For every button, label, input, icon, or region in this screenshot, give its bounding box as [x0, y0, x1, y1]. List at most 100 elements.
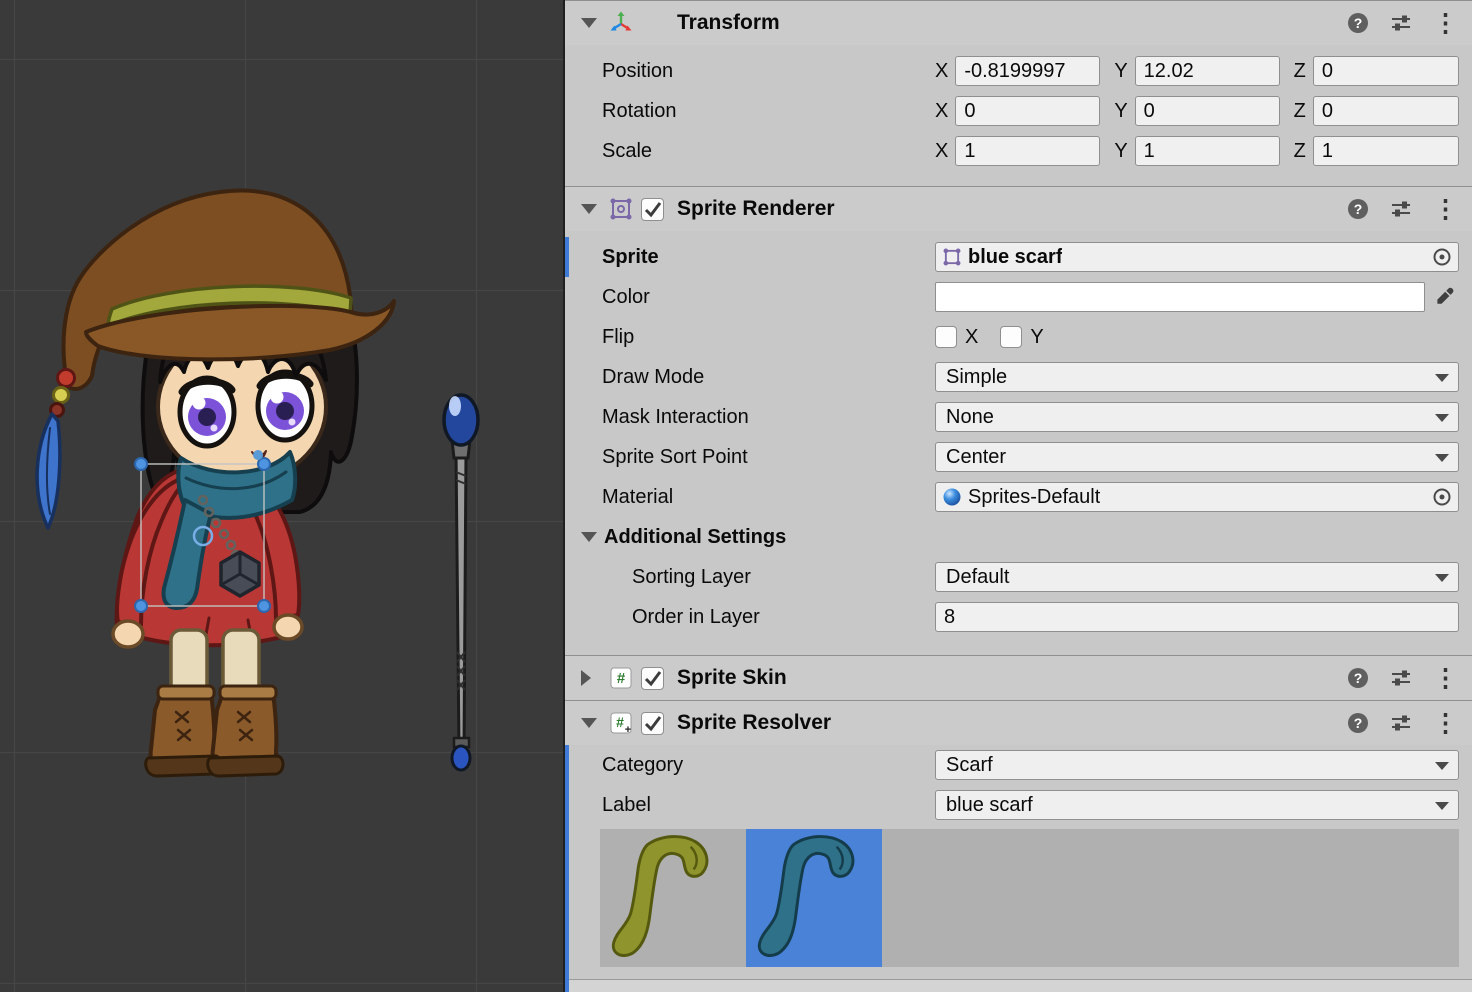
axis-y-label: Y [1114, 140, 1127, 163]
additional-settings-label: Additional Settings [604, 526, 786, 549]
presets-icon[interactable] [1389, 666, 1413, 690]
more-options-icon[interactable]: ⋮ [1433, 666, 1458, 691]
mask-interaction-value: None [946, 406, 994, 429]
sprite-label: Sprite [602, 246, 935, 269]
sorting-layer-row: Sorting Layer Default [565, 557, 1472, 597]
sorting-layer-dropdown[interactable]: Default [935, 562, 1459, 592]
thumbnail-green-scarf[interactable] [600, 829, 736, 967]
axis-z-label: Z [1294, 140, 1306, 163]
svg-text:?: ? [1354, 201, 1363, 217]
flip-y-checkbox[interactable] [1000, 326, 1022, 348]
axis-z-label: Z [1294, 60, 1306, 83]
chevron-down-icon [1435, 762, 1449, 770]
object-picker-icon[interactable] [1432, 487, 1452, 507]
sprite-skin-enabled-checkbox[interactable] [641, 667, 664, 690]
flip-x-checkbox[interactable] [935, 326, 957, 348]
category-value: Scarf [946, 754, 993, 777]
sprite-resolver-enabled-checkbox[interactable] [641, 712, 664, 735]
scene-canvas[interactable] [0, 0, 563, 992]
category-dropdown[interactable]: Scarf [935, 750, 1459, 780]
help-icon[interactable]: ? [1347, 198, 1369, 220]
position-label: Position [602, 60, 935, 83]
sprite-sort-point-dropdown[interactable]: Center [935, 442, 1459, 472]
order-in-layer-input[interactable] [935, 602, 1459, 632]
selection-handle-bottom-left[interactable] [135, 600, 147, 612]
label-row: Label blue scarf [565, 785, 1472, 825]
help-icon[interactable]: ? [1347, 12, 1369, 34]
sprite-mini-icon [942, 247, 962, 267]
material-object-name: Sprites-Default [968, 486, 1100, 509]
position-y-input[interactable] [1135, 56, 1280, 86]
chevron-down-icon [1435, 454, 1449, 462]
scale-label: Scale [602, 140, 935, 163]
rotation-x-input[interactable] [955, 96, 1100, 126]
selection-handle-top-right[interactable] [258, 458, 270, 470]
chevron-down-icon [1435, 802, 1449, 810]
sprite-skin-header[interactable]: # Sprite Skin ? ⋮ [565, 655, 1472, 700]
help-icon[interactable]: ? [1347, 667, 1369, 689]
sprite-resolver-foldout[interactable] [581, 718, 605, 728]
thumbnail-blue-scarf-selected[interactable] [746, 829, 882, 967]
presets-icon[interactable] [1389, 11, 1413, 35]
rotation-y-input[interactable] [1135, 96, 1280, 126]
svg-text:?: ? [1354, 670, 1363, 686]
axis-y-label: Y [1114, 60, 1127, 83]
more-options-icon[interactable]: ⋮ [1433, 711, 1458, 736]
sprite-renderer-enabled-checkbox[interactable] [641, 198, 664, 221]
sprite-object-name: blue scarf [968, 246, 1062, 269]
sprite-resolver-header[interactable]: #+ Sprite Resolver ? ⋮ [565, 700, 1472, 745]
category-row: Category Scarf [565, 745, 1472, 785]
hat-bead-red [58, 370, 75, 387]
help-icon[interactable]: ? [1347, 712, 1369, 734]
additional-settings-foldout[interactable] [581, 532, 597, 542]
axis-x-label: X [935, 140, 948, 163]
rotation-z-input[interactable] [1313, 96, 1459, 126]
resolver-spacer [565, 967, 1472, 979]
position-z-input[interactable] [1313, 56, 1459, 86]
presets-icon[interactable] [1389, 197, 1413, 221]
scale-y-input[interactable] [1135, 136, 1280, 166]
more-options-icon[interactable]: ⋮ [1433, 11, 1458, 36]
material-object-field[interactable]: Sprites-Default [935, 482, 1459, 512]
svg-text:?: ? [1354, 715, 1363, 731]
label-dropdown[interactable]: blue scarf [935, 790, 1459, 820]
scale-row: Scale X Y Z [565, 131, 1472, 171]
scale-z-input[interactable] [1313, 136, 1459, 166]
presets-icon[interactable] [1389, 711, 1413, 735]
mask-interaction-dropdown[interactable]: None [935, 402, 1459, 432]
sprite-skin-title: Sprite Skin [677, 666, 787, 690]
eyedropper-icon[interactable] [1431, 286, 1459, 308]
flip-row: Flip X Y [565, 317, 1472, 357]
draw-mode-dropdown[interactable]: Simple [935, 362, 1459, 392]
sprite-variant-thumbnails [600, 829, 1459, 967]
chevron-down-icon [1435, 414, 1449, 422]
sprite-object-field[interactable]: blue scarf [935, 242, 1459, 272]
transform-header[interactable]: Transform ? ⋮ [565, 0, 1472, 45]
position-x-input[interactable] [955, 56, 1100, 86]
sprite-skin-foldout[interactable] [581, 670, 605, 686]
additional-settings-row[interactable]: Additional Settings [565, 517, 1472, 557]
sprite-sort-point-row: Sprite Sort Point Center [565, 437, 1472, 477]
sprite-row: Sprite blue scarf [565, 237, 1472, 277]
chevron-down-icon [1435, 374, 1449, 382]
inspector-end-strip [565, 979, 1472, 992]
material-sphere-icon [942, 487, 962, 507]
sorting-layer-label: Sorting Layer [602, 566, 935, 589]
sprite-skin-icon: # [607, 666, 635, 690]
selection-handle-bottom-right[interactable] [258, 600, 270, 612]
more-options-icon[interactable]: ⋮ [1433, 197, 1458, 222]
object-picker-icon[interactable] [1432, 247, 1452, 267]
transform-title: Transform [677, 11, 780, 35]
color-swatch[interactable] [935, 282, 1425, 312]
sprite-renderer-foldout[interactable] [581, 204, 605, 214]
selection-handle-top-left[interactable] [135, 458, 147, 470]
scale-x-input[interactable] [955, 136, 1100, 166]
sprite-resolver-icon: #+ [607, 711, 635, 735]
flip-y-label: Y [1030, 326, 1043, 349]
transform-body: Position X Y Z Rotation X Y Z Scale X [565, 45, 1472, 186]
bone-gizmo[interactable] [253, 450, 263, 460]
sprite-renderer-header[interactable]: Sprite Renderer ? ⋮ [565, 186, 1472, 231]
scene-view[interactable] [0, 0, 565, 992]
transform-foldout[interactable] [581, 18, 605, 28]
axis-x-label: X [935, 100, 948, 123]
